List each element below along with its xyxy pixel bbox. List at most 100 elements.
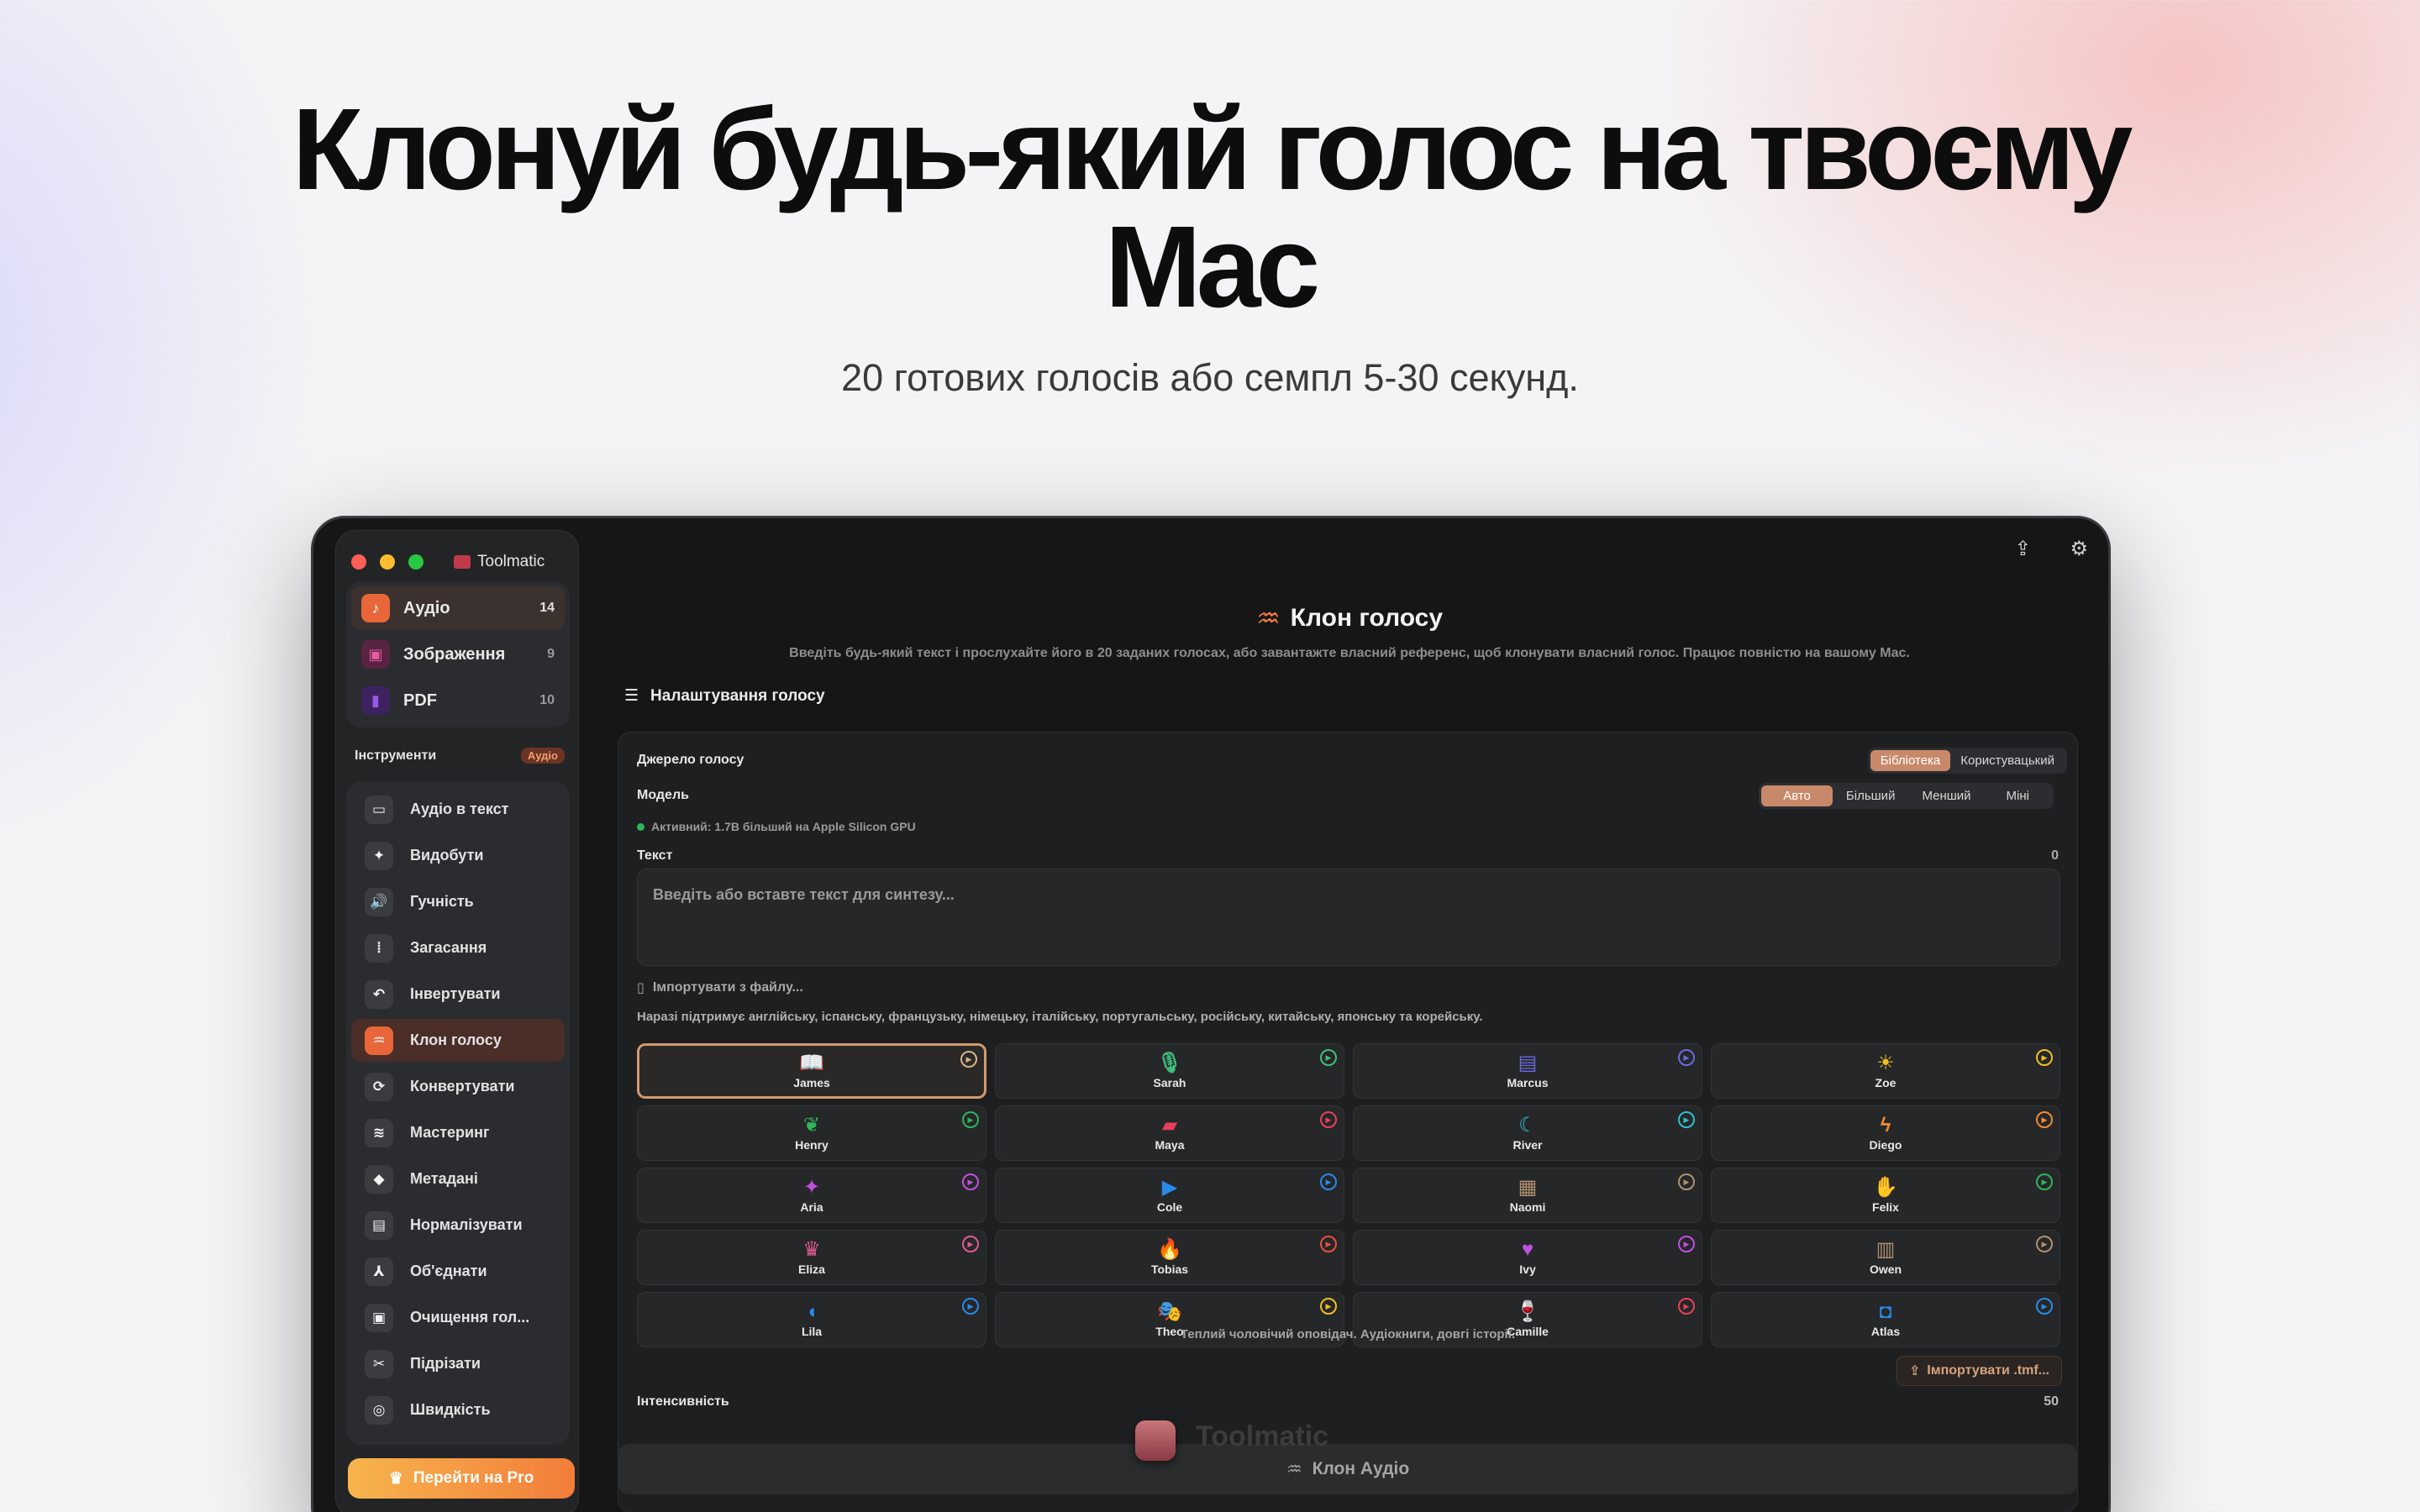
category-label: Аудіо (403, 598, 450, 617)
go-pro-button[interactable]: ♛ Перейти на Pro (348, 1458, 575, 1499)
voice-card-sarah[interactable]: 🎙 Sarah ▶ (995, 1043, 1344, 1099)
hero-title-line2: Mac (1104, 202, 1320, 332)
clone-audio-button[interactable]: ♒ Клон Аудіо (618, 1444, 2078, 1494)
share-icon[interactable]: ⇪ (2014, 537, 2031, 561)
tool-volume[interactable]: 🔊 Гучність (351, 880, 565, 923)
minimize-button[interactable] (380, 554, 395, 570)
voice-card-diego[interactable]: ϟ Diego ▶ (1711, 1105, 2060, 1161)
play-icon[interactable]: ▶ (1678, 1111, 1695, 1128)
crown-icon: ♛ (388, 1469, 403, 1488)
voice-card-cole[interactable]: ▶ Cole ▶ (995, 1168, 1344, 1223)
play-icon[interactable]: ▶ (1678, 1049, 1695, 1066)
tool-extract[interactable]: ✦ Видобути (351, 834, 565, 877)
synthesis-text-input[interactable]: Введіть або вставте текст для синтезу... (637, 869, 2060, 966)
play-icon[interactable]: ▶ (2036, 1049, 2053, 1066)
toolbox-icon (1135, 1420, 1176, 1461)
voice-name: Sarah (1153, 1076, 1186, 1089)
voice-card-james[interactable]: 📖 James ▶ (637, 1043, 986, 1099)
file-icon: ▯ (637, 981, 644, 995)
model-mini-option[interactable]: Міні (1985, 785, 2051, 806)
tool-audio-to-text[interactable]: ▭ Аудіо в текст (351, 788, 565, 831)
category-audio[interactable]: ♪ Аудіо 14 (351, 586, 565, 630)
music-note-icon: ♪ (361, 594, 390, 622)
close-button[interactable] (351, 554, 366, 570)
tool-label: Нормалізувати (410, 1216, 523, 1233)
tool-normalize[interactable]: ▤ Нормалізувати (351, 1204, 565, 1247)
play-icon[interactable]: ▶ (1678, 1236, 1695, 1252)
voice-card-marcus[interactable]: ▤ Marcus ▶ (1353, 1043, 1702, 1099)
play-icon[interactable]: ▶ (1678, 1173, 1695, 1190)
play-icon[interactable]: ▶ (960, 1051, 977, 1068)
cube-icon: ◘ (1879, 1300, 1892, 1323)
tool-voice-clone[interactable]: ♒ Клон голосу (351, 1019, 565, 1062)
voice-name: River (1512, 1138, 1543, 1152)
heart-icon: ♥ (1521, 1238, 1534, 1261)
model-smaller-option[interactable]: Менший (1908, 785, 1984, 806)
tools-header-label: Інструменти (355, 748, 437, 763)
voice-settings-title: Налаштування голосу (650, 686, 825, 705)
voice-name: Maya (1155, 1138, 1185, 1152)
voice-card-eliza[interactable]: ♛ Eliza ▶ (637, 1230, 986, 1285)
import-tmf-button[interactable]: ⇪ Імпортувати .tmf... (1896, 1356, 2062, 1386)
image-icon: ▣ (361, 640, 390, 669)
voice-source-label: Джерело голосу (637, 753, 744, 767)
gear-icon[interactable]: ⚙ (2070, 537, 2088, 561)
play-icon[interactable]: ▶ (2036, 1111, 2053, 1128)
voice-card-zoe[interactable]: ☀ Zoe ▶ (1711, 1043, 2060, 1099)
tool-label: Об'єднати (410, 1263, 487, 1279)
voice-card-felix[interactable]: ✋ Felix ▶ (1711, 1168, 2060, 1223)
voice-card-maya[interactable]: ▰ Maya ▶ (995, 1105, 1344, 1161)
voice-card-henry[interactable]: ❦ Henry ▶ (637, 1105, 986, 1161)
tool-convert[interactable]: ⟳ Конвертувати (351, 1065, 565, 1108)
source-custom-option[interactable]: Користувацький (1950, 750, 2065, 771)
voice-card-owen[interactable]: ▥ Owen ▶ (1711, 1230, 2060, 1285)
voice-source-segmented: Бібліотека Користувацький (1867, 748, 2067, 774)
play-icon[interactable]: ▶ (1320, 1298, 1337, 1315)
import-from-file-link[interactable]: ▯ Імпортувати з файлу... (637, 979, 803, 996)
tool-mastering[interactable]: ≋ Мастеринг (351, 1111, 565, 1154)
page-description: Введіть будь-який текст і прослухайте йо… (789, 646, 1910, 660)
tool-speed[interactable]: ◎ Швидкість (351, 1389, 565, 1431)
voice-card-aria[interactable]: ✦ Aria ▶ (637, 1168, 986, 1223)
play-icon[interactable]: ▶ (962, 1111, 979, 1128)
voice-card-ivy[interactable]: ♥ Ivy ▶ (1353, 1230, 1702, 1285)
play-icon[interactable]: ▶ (1320, 1111, 1337, 1128)
source-library-option[interactable]: Бібліотека (1870, 750, 1951, 771)
play-icon[interactable]: ▶ (962, 1236, 979, 1252)
voice-card-river[interactable]: ☾ River ▶ (1353, 1105, 1702, 1161)
model-auto-option[interactable]: Авто (1761, 785, 1833, 806)
play-icon[interactable]: ▶ (962, 1298, 979, 1315)
play-icon[interactable]: ▶ (962, 1173, 979, 1190)
tool-metadata[interactable]: ◆ Метадані (351, 1158, 565, 1200)
chat-bubble-icon: ▰ (1161, 1114, 1178, 1137)
voice-card-naomi[interactable]: ▦ Naomi ▶ (1353, 1168, 1702, 1223)
voice-name: Naomi (1509, 1200, 1546, 1214)
category-pdf[interactable]: ▮ PDF 10 (351, 679, 565, 722)
play-icon[interactable]: ▶ (2036, 1173, 2053, 1190)
main-content: ⇪ ⚙ ♒ Клон голосу Введіть будь-який текс… (591, 518, 2108, 1512)
tool-merge[interactable]: ⅄ Об'єднати (351, 1250, 565, 1293)
category-list: ♪ Аудіо 14 ▣ Зображення 9 ▮ PDF 10 (346, 581, 570, 727)
tool-clean[interactable]: ▣ Очищення гол... (351, 1296, 565, 1339)
play-icon[interactable]: ▶ (2036, 1236, 2053, 1252)
play-icon[interactable]: ▶ (2036, 1298, 2053, 1315)
undo-arrow-icon: ↶ (365, 979, 393, 1009)
voice-settings-header[interactable]: ☰ Налаштування голосу (624, 686, 825, 706)
play-icon[interactable]: ▶ (1320, 1236, 1337, 1252)
play-icon[interactable]: ▶ (1320, 1173, 1337, 1190)
clone-audio-label: Клон Аудіо (1312, 1459, 1410, 1478)
tool-trim[interactable]: ✂ Підрізати (351, 1342, 565, 1385)
voice-name: Ivy (1519, 1263, 1536, 1276)
play-icon[interactable]: ▶ (1320, 1049, 1337, 1066)
waveform-split-icon: ✦ (365, 841, 393, 870)
zoom-button[interactable] (408, 554, 424, 570)
voice-card-tobias[interactable]: 🔥 Tobias ▶ (995, 1230, 1344, 1285)
play-icon[interactable]: ▶ (1678, 1298, 1695, 1315)
model-larger-option[interactable]: Більший (1833, 785, 1909, 806)
category-images[interactable]: ▣ Зображення 9 (351, 633, 565, 676)
document-icon: ▮ (361, 686, 390, 715)
status-dot-icon (637, 822, 644, 831)
tool-fade[interactable]: ⦙ Загасання (351, 927, 565, 969)
languages-note: Наразі підтримує англійську, іспанську, … (637, 1010, 1483, 1024)
tool-invert[interactable]: ↶ Інвертувати (351, 973, 565, 1016)
